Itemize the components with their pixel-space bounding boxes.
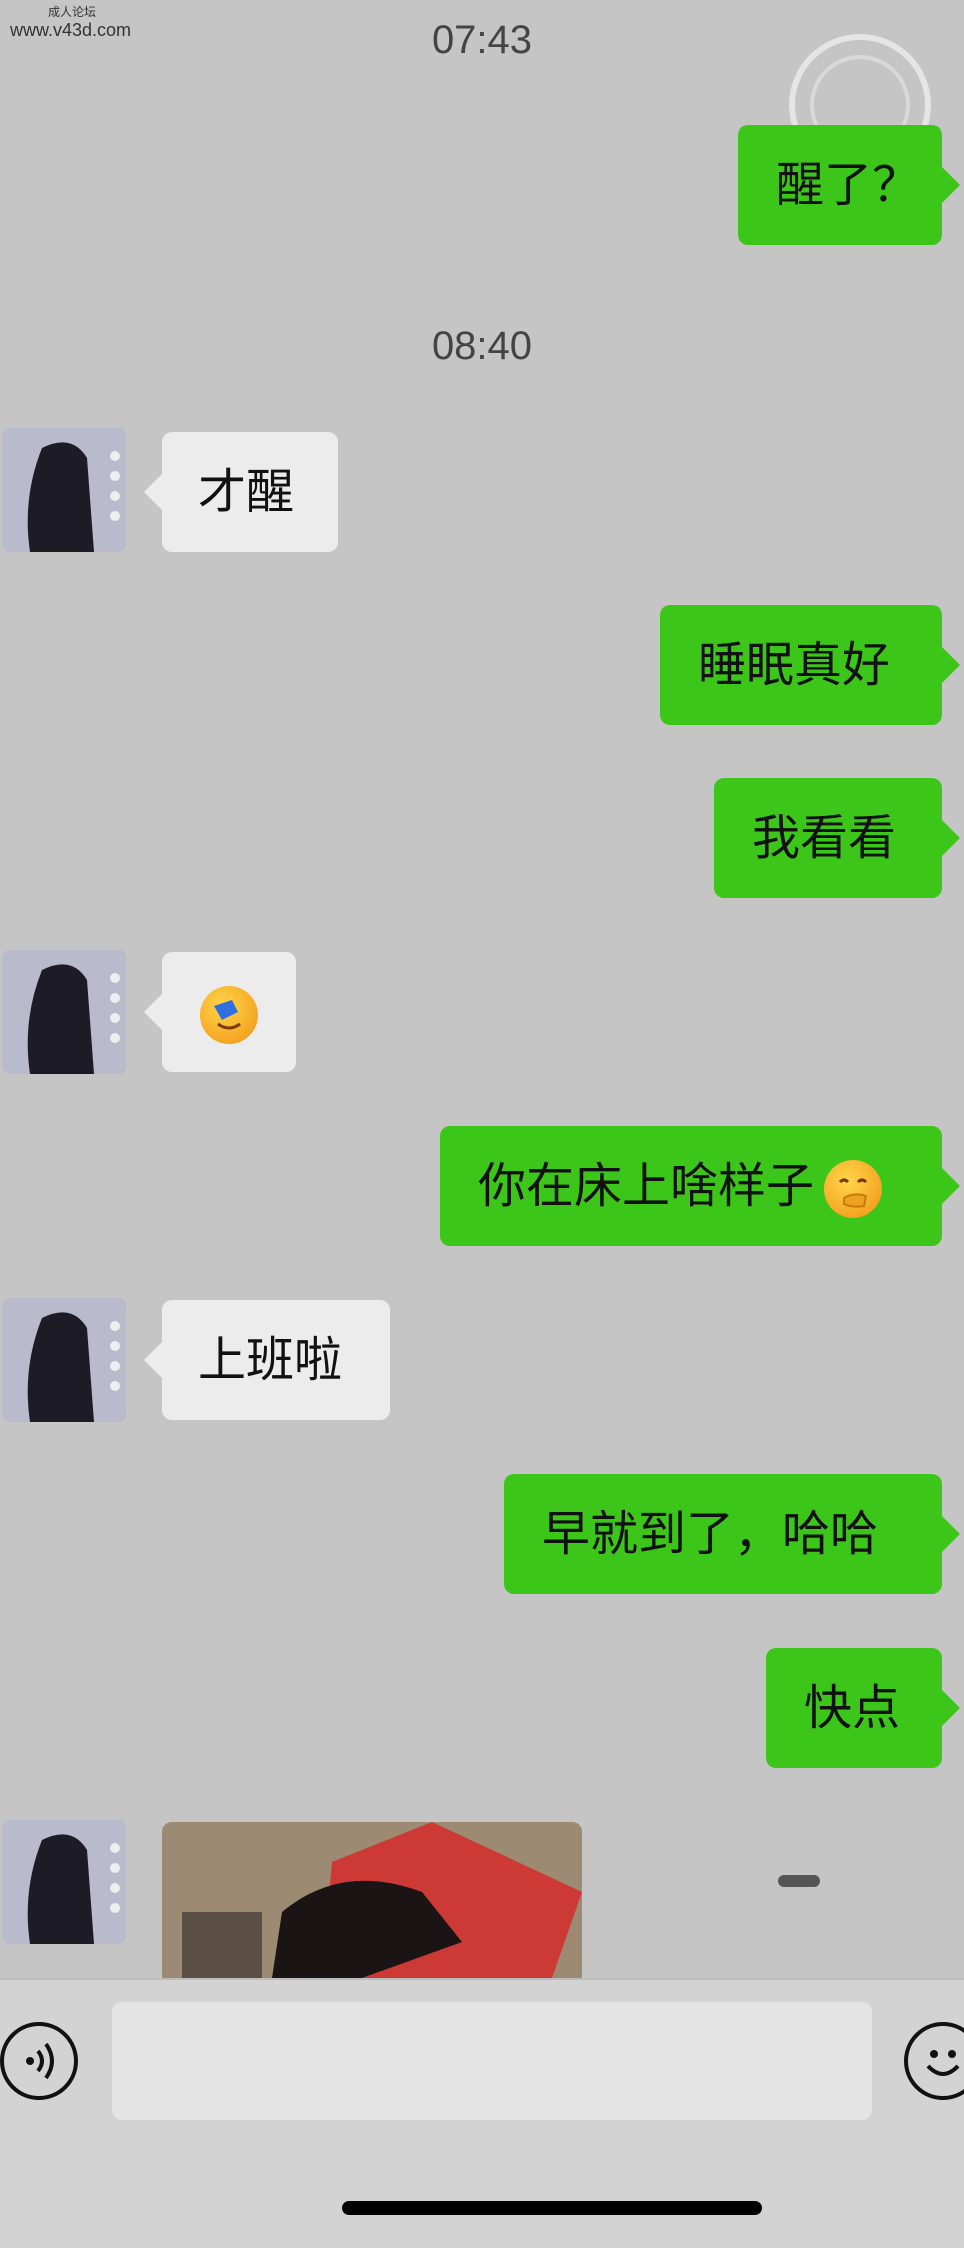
- photo-message[interactable]: [162, 1822, 582, 1978]
- my-message-bubble[interactable]: 你在床上啥样子: [440, 1126, 960, 1246]
- message-text: 才醒: [198, 464, 295, 520]
- my-message-bubble[interactable]: 醒了？: [738, 125, 960, 245]
- my-message-bubble[interactable]: 快点: [766, 1648, 960, 1768]
- avatar-image: [2, 428, 126, 552]
- message-input[interactable]: [112, 2002, 872, 2120]
- contact-avatar[interactable]: [2, 428, 126, 552]
- my-message-bubble[interactable]: 早就到了，哈哈: [504, 1474, 960, 1594]
- my-message-bubble[interactable]: 我看看: [714, 778, 960, 898]
- message-text: 我看看: [752, 810, 897, 866]
- message-text: 睡眠真好: [698, 637, 891, 693]
- home-indicator[interactable]: [342, 2201, 762, 2215]
- message-text: 醒了？: [776, 157, 921, 213]
- their-message-bubble[interactable]: [144, 952, 296, 1072]
- message-text: 你在床上啥样子: [478, 1158, 815, 1214]
- my-message-bubble[interactable]: 睡眠真好: [660, 605, 960, 725]
- avatar-image: [2, 1298, 126, 1422]
- emoji-icon[interactable]: [904, 2022, 964, 2100]
- message-text: 快点: [804, 1680, 901, 1736]
- voice-icon[interactable]: [0, 2022, 78, 2100]
- contact-avatar[interactable]: [2, 1298, 126, 1422]
- message-text: 上班啦: [198, 1332, 343, 1388]
- contact-avatar[interactable]: [2, 1820, 126, 1944]
- timestamp-2: 08:40: [431, 324, 533, 368]
- photo-image: [162, 1822, 582, 1978]
- their-message-bubble[interactable]: 上班啦: [144, 1300, 390, 1420]
- timestamp-1: 07:43: [431, 18, 533, 62]
- avatar-image: [2, 950, 126, 1074]
- face-palm-emoji: [200, 986, 258, 1044]
- message-text: 早就到了，哈哈: [542, 1506, 879, 1562]
- scroll-marker: [778, 1875, 820, 1887]
- contact-avatar[interactable]: [2, 950, 126, 1074]
- hand-over-mouth-emoji: [824, 1160, 883, 1218]
- their-message-bubble[interactable]: 才醒: [144, 432, 338, 552]
- avatar-image: [2, 1820, 126, 1944]
